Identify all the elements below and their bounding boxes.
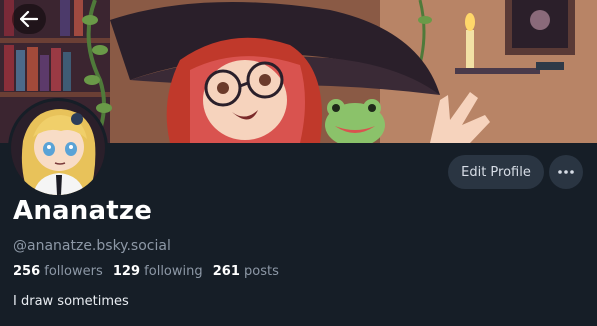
more-horizontal-icon — [558, 170, 574, 174]
display-name: Ananatze — [13, 196, 153, 226]
followers-count: 256 — [13, 264, 41, 279]
posts-label: posts — [244, 264, 279, 279]
followers-label: followers — [44, 264, 103, 279]
profile-bio: I draw sometimes — [13, 294, 129, 309]
followers-stat[interactable]: 256 followers — [13, 264, 103, 279]
more-options-button[interactable] — [549, 155, 583, 189]
profile-page: Edit Profile Ananatze @ananatze.bsky.soc… — [0, 0, 597, 326]
posts-stat: 261 posts — [213, 264, 279, 279]
arrow-left-icon — [20, 11, 38, 27]
avatar-illustration — [11, 101, 105, 195]
following-label: following — [144, 264, 203, 279]
following-count: 129 — [112, 264, 141, 279]
avatar[interactable] — [8, 98, 108, 198]
profile-handle: @ananatze.bsky.social — [13, 238, 171, 254]
back-button[interactable] — [12, 4, 46, 34]
posts-count: 261 — [212, 264, 240, 279]
following-stat[interactable]: 129 following — [113, 264, 203, 279]
profile-stats: 256 followers 129 following 261 posts — [13, 264, 285, 279]
edit-profile-button[interactable]: Edit Profile — [448, 155, 544, 189]
